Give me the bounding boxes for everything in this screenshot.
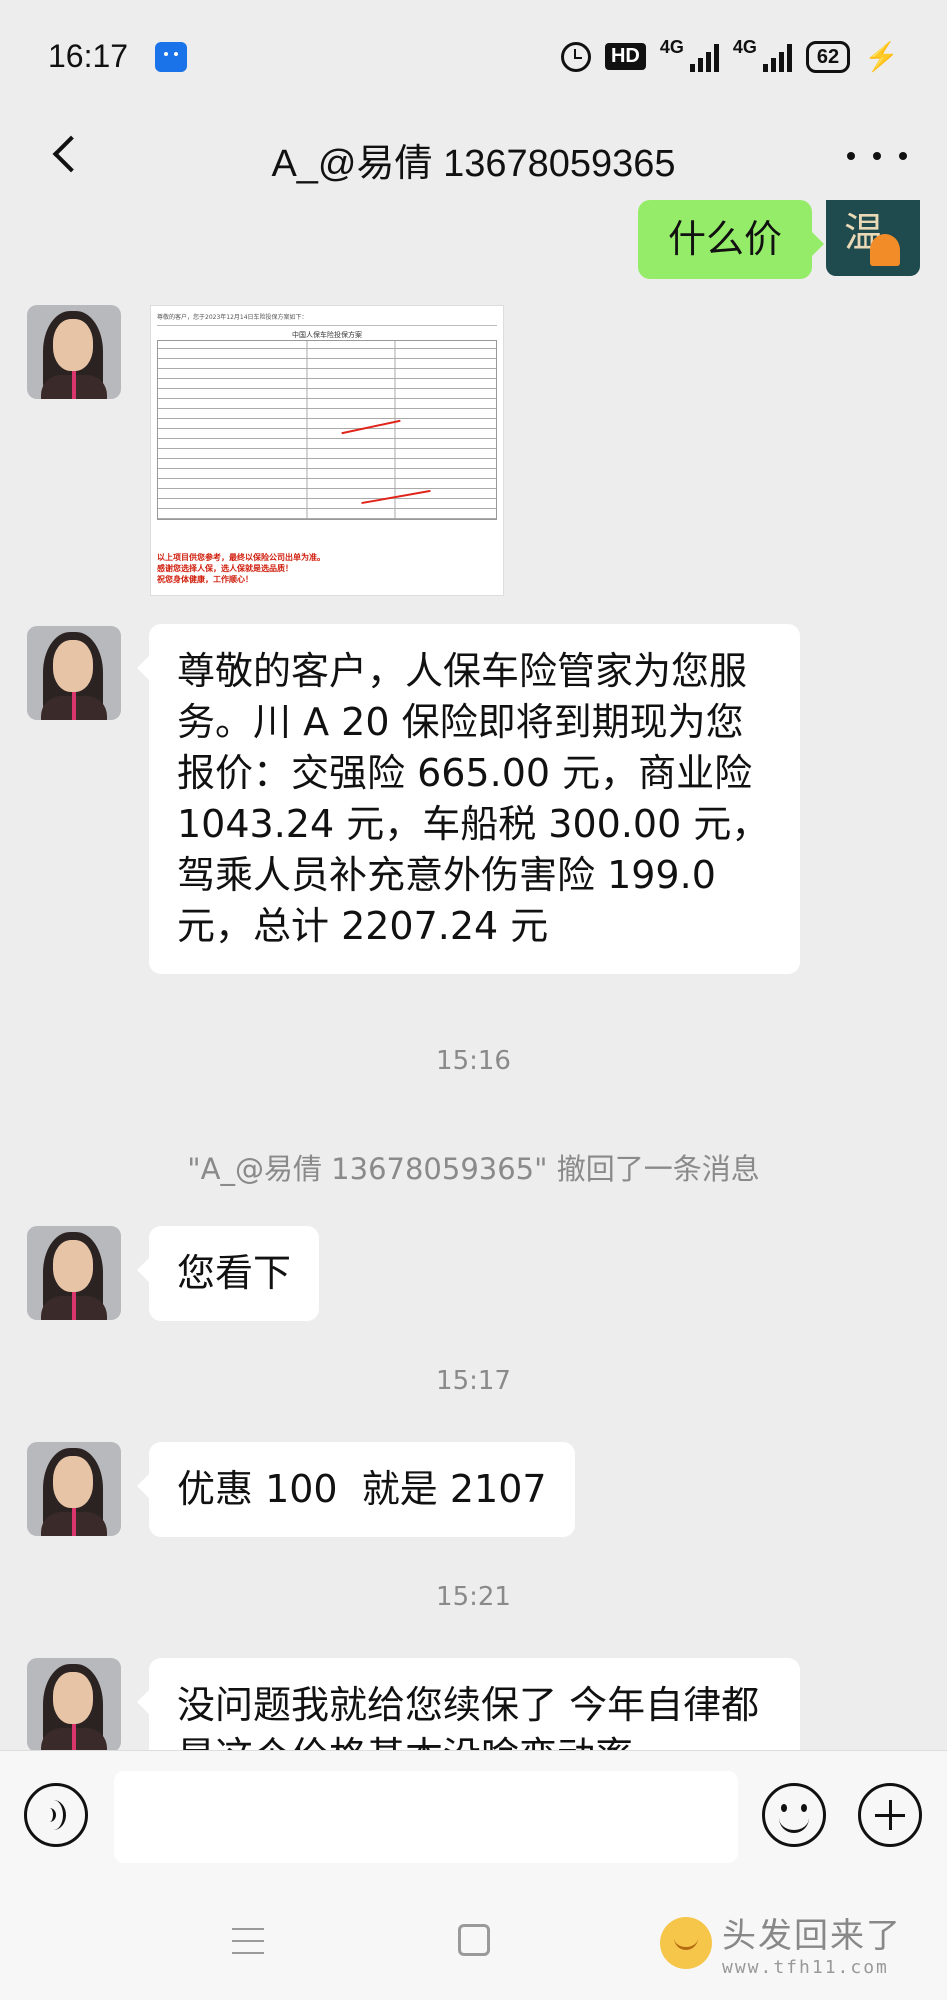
contact-avatar[interactable] — [27, 1226, 121, 1320]
system-navigation-bar: 头发回来了 www.tfh11.com — [0, 1880, 947, 2000]
timestamp: 15:21 — [436, 1582, 511, 1612]
message-bubble-quote[interactable]: 尊敬的客户，人保车险管家为您服务。川 A 20 保险即将到期现为您报价：交强险 … — [137, 624, 800, 974]
signal-icon-1 — [689, 42, 719, 72]
my-avatar[interactable]: 温 — [826, 200, 920, 276]
contact-avatar[interactable] — [27, 305, 121, 399]
chat-input-bar — [0, 1750, 947, 1880]
chat-header: A_@易倩 13678059365 — [0, 110, 947, 200]
watermark-text: 头发回来了 — [722, 1916, 902, 1956]
status-icons: HD 4G 4G 62 ⚡ — [560, 37, 899, 73]
watermark: 头发回来了 www.tfh11.com — [660, 1908, 902, 1978]
watermark-url: www.tfh11.com — [722, 1957, 889, 1978]
voice-icon[interactable] — [24, 1783, 88, 1847]
chat-title: A_@易倩 13678059365 — [271, 143, 676, 185]
charging-icon: ⚡ — [864, 41, 899, 72]
menu-icon[interactable] — [232, 1928, 264, 1954]
hd-badge: HD — [604, 43, 646, 70]
chat-messages[interactable]: 什么价 温 尊敬的客户，您于2023年12月14日车险投保方案如下： 中国人保车… — [0, 200, 947, 1750]
notification-app-icon — [155, 42, 187, 72]
recall-notice: "A_@易倩 13678059365" 撤回了一条消息 — [187, 1152, 760, 1186]
timestamp: 15:17 — [436, 1366, 511, 1396]
contact-avatar[interactable] — [27, 1658, 121, 1750]
contact-avatar[interactable] — [27, 626, 121, 720]
status-bar: 16:17 HD 4G 4G 62 ⚡ — [0, 0, 947, 110]
alarm-icon — [560, 41, 591, 72]
status-time: 16:17 — [48, 38, 129, 74]
quote-image-title: 中国人保车险投保方案 — [292, 331, 362, 339]
plus-icon[interactable] — [858, 1783, 922, 1847]
network-type-2: 4G — [732, 37, 757, 57]
signal-icon-2 — [762, 42, 792, 72]
message-bubble[interactable]: 优惠 100 就是 2107 — [137, 1442, 575, 1537]
back-arrow-icon[interactable] — [36, 124, 96, 184]
message-input[interactable] — [114, 1771, 738, 1863]
watermark-logo-icon — [660, 1917, 712, 1969]
contact-avatar[interactable] — [27, 1442, 121, 1536]
quote-image-header: 尊敬的客户，您于2023年12月14日车险投保方案如下： — [157, 312, 497, 326]
message-bubble[interactable]: 没问题我就给您续保了 今年自律都是这个价格基本没啥变动率 — [137, 1658, 800, 1750]
message-bubble-mine[interactable]: 什么价 — [637, 200, 825, 279]
battery-icon: 62 — [805, 40, 851, 73]
network-type-1: 4G — [659, 37, 684, 57]
timestamp: 15:16 — [436, 1046, 511, 1076]
message-bubble[interactable]: 您看下 — [136, 1226, 320, 1321]
emoji-icon[interactable] — [762, 1783, 826, 1847]
more-dots-icon[interactable] — [847, 138, 907, 174]
quote-image-message[interactable]: 尊敬的客户，您于2023年12月14日车险投保方案如下： 中国人保车险投保方案 … — [150, 305, 504, 596]
quote-table-graphic — [157, 340, 497, 520]
quote-image-note: 以上项目供您参考，最终以保险公司出单为准。 感谢您选择人保，选人保就是选品质！ … — [157, 553, 325, 584]
home-icon[interactable] — [458, 1924, 490, 1956]
